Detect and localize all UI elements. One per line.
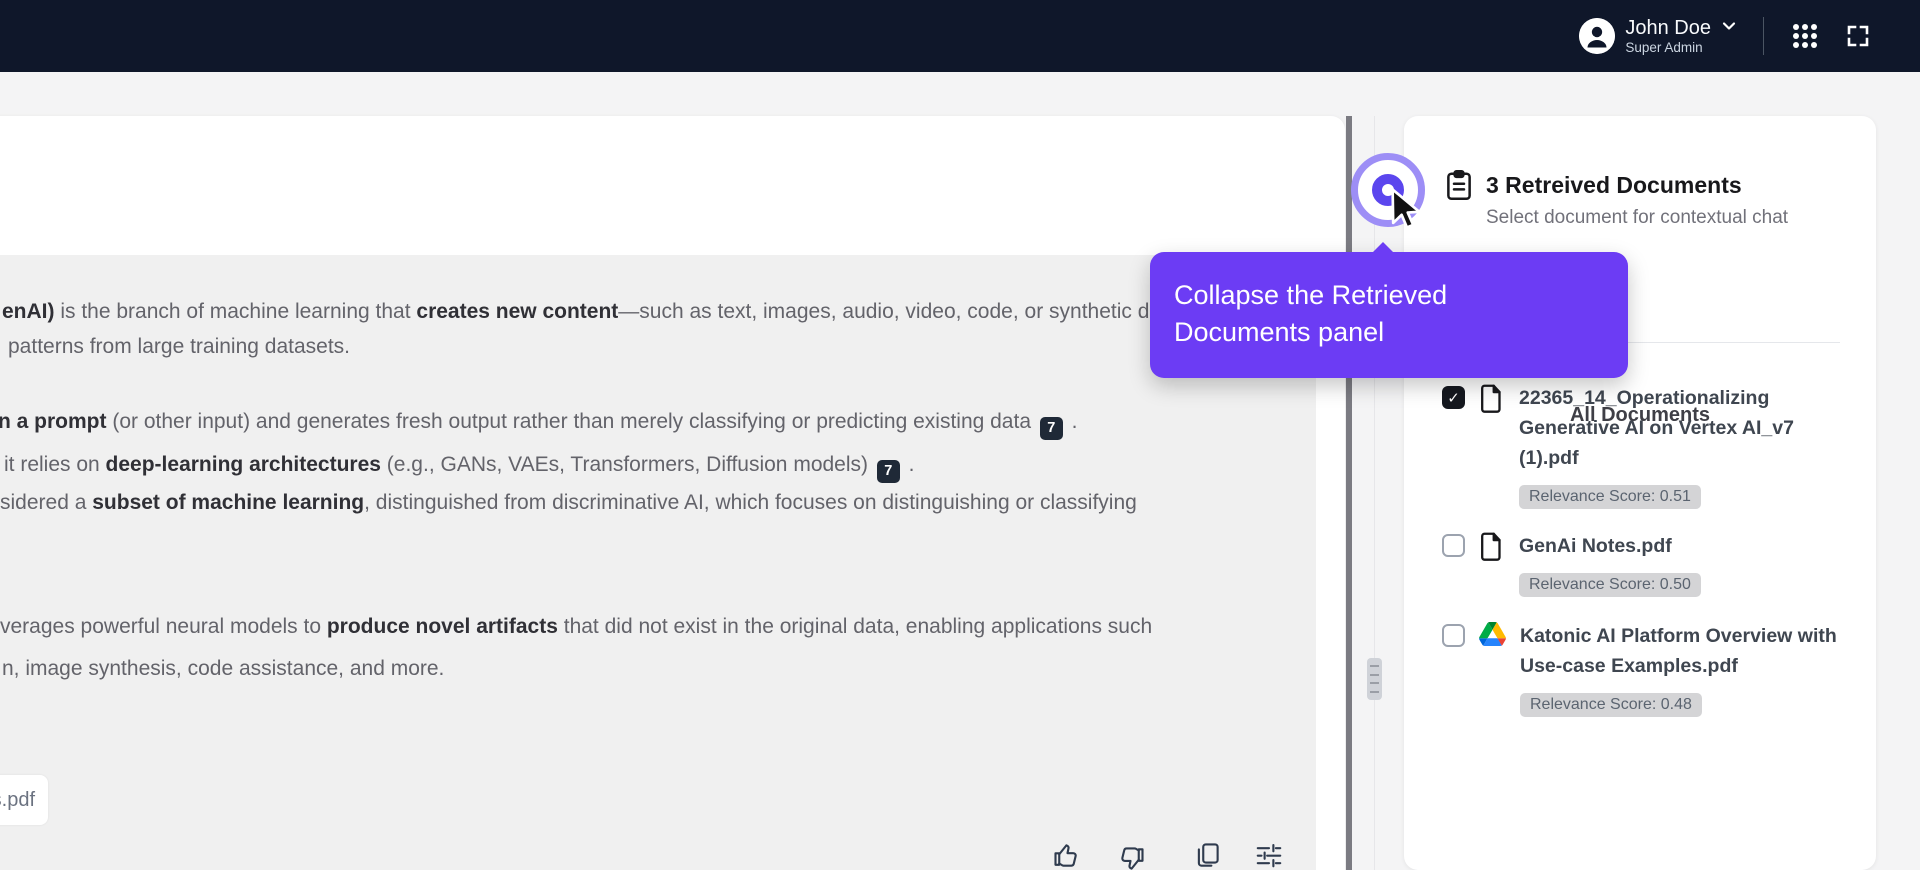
chevron-down-icon[interactable]	[1719, 16, 1739, 41]
clipboard-icon	[1444, 168, 1474, 229]
navbar-divider	[1763, 16, 1764, 55]
document-item[interactable]: GenAi Notes.pdf Relevance Score: 0.50	[1442, 531, 1852, 597]
document-name: GenAi Notes.pdf	[1519, 535, 1672, 557]
message-text: verages powerful neural models to	[0, 615, 327, 638]
thumbs-down-icon[interactable]	[1116, 844, 1146, 870]
relevance-score-badge: Relevance Score: 0.51	[1519, 485, 1701, 509]
message-text: .	[1065, 410, 1078, 433]
navbar-right-group: John Doe Super Admin	[1579, 17, 1870, 56]
message-line: n a prompt (or other input) and generate…	[0, 408, 1078, 440]
message-line: enAI) is the branch of machine learning …	[2, 298, 1302, 326]
document-name: 22365_14_Operationalizing Generative AI …	[1519, 387, 1794, 469]
user-role: Super Admin	[1625, 39, 1703, 55]
message-text: patterns from large training datasets.	[8, 335, 351, 358]
document-checkbox[interactable]: ✓	[1442, 386, 1465, 409]
message-text: it relies on	[4, 453, 106, 476]
file-icon	[1479, 532, 1505, 597]
message-text: sidered a	[0, 491, 93, 514]
message-line: patterns from large training datasets.	[8, 333, 350, 361]
message-line: it relies on deep-learning architectures…	[4, 451, 915, 483]
citation-badge[interactable]: 7	[876, 459, 900, 483]
panel-header: 3 Retreived Documents Select document fo…	[1444, 168, 1788, 229]
message-text: creates new content	[416, 300, 619, 323]
top-navbar: John Doe Super Admin	[0, 0, 1920, 72]
source-chip-label: es.pdf	[0, 788, 35, 811]
mouse-cursor	[1384, 186, 1430, 241]
apps-grid-icon[interactable]	[1792, 23, 1818, 49]
message-text: n, image synthesis, code assistance, and…	[2, 657, 445, 680]
user-info[interactable]: John Doe Super Admin	[1625, 17, 1711, 56]
collapse-tooltip: Collapse the Retrieved Documents panel	[1150, 242, 1628, 378]
user-avatar[interactable]	[1579, 17, 1616, 54]
person-icon	[1579, 17, 1616, 54]
message-text: (or other input) and generates fresh out…	[106, 410, 1037, 433]
message-text: that did not exist in the original data,…	[557, 615, 1153, 638]
document-name: Katonic AI Platform Overview with Use-ca…	[1520, 625, 1837, 677]
panel-title: 3 Retreived Documents	[1486, 172, 1742, 198]
relevance-score-badge: Relevance Score: 0.50	[1519, 573, 1701, 597]
retrieved-documents-panel: 3 Retreived Documents Select document fo…	[1404, 116, 1876, 870]
panel-resize-handle[interactable]	[1367, 658, 1382, 700]
source-document-chip[interactable]: es.pdf	[0, 775, 48, 825]
document-checkbox[interactable]	[1442, 534, 1465, 557]
message-text: produce novel artifacts	[326, 615, 558, 638]
message-text: n a prompt	[0, 410, 107, 433]
tooltip-text-line1: Collapse the Retrieved	[1174, 280, 1448, 310]
message-line: n, image synthesis, code assistance, and…	[2, 655, 444, 683]
panel-subtitle: Select document for contextual chat	[1486, 207, 1789, 228]
thumbs-up-icon[interactable]	[1052, 840, 1082, 870]
message-text: .	[902, 453, 915, 476]
tune-icon[interactable]	[1254, 840, 1284, 870]
message-text: is the branch of machine learning that	[54, 300, 417, 323]
message-text: deep-learning architectures	[105, 453, 381, 476]
copy-icon[interactable]	[1192, 840, 1222, 870]
panel-split-divider	[1346, 116, 1352, 870]
message-text: enAI)	[2, 300, 55, 323]
google-drive-icon	[1479, 622, 1506, 717]
document-checkbox[interactable]	[1442, 624, 1465, 647]
assistant-message-bubble: enAI) is the branch of machine learning …	[0, 255, 1316, 870]
panel-split-guide-line	[1374, 116, 1375, 870]
message-text: , distinguished from discriminative AI, …	[364, 491, 1137, 514]
document-item[interactable]: ✓ 22365_14_Operationalizing Generative A…	[1442, 383, 1852, 509]
relevance-score-badge: Relevance Score: 0.48	[1520, 693, 1702, 717]
message-line: verages powerful neural models to produc…	[0, 613, 1152, 641]
tooltip-text-line2: Documents panel	[1174, 317, 1385, 347]
document-item[interactable]: Katonic AI Platform Overview with Use-ca…	[1442, 621, 1852, 717]
message-text: subset of machine learning	[92, 491, 365, 514]
citation-badge[interactable]: 7	[1039, 416, 1063, 440]
user-name: John Doe	[1625, 16, 1711, 39]
fullscreen-icon[interactable]	[1846, 24, 1870, 48]
message-line: sidered a subset of machine learning, di…	[0, 489, 1137, 517]
message-text: (e.g., GANs, VAEs, Transformers, Diffusi…	[380, 453, 874, 476]
file-icon	[1479, 384, 1505, 509]
